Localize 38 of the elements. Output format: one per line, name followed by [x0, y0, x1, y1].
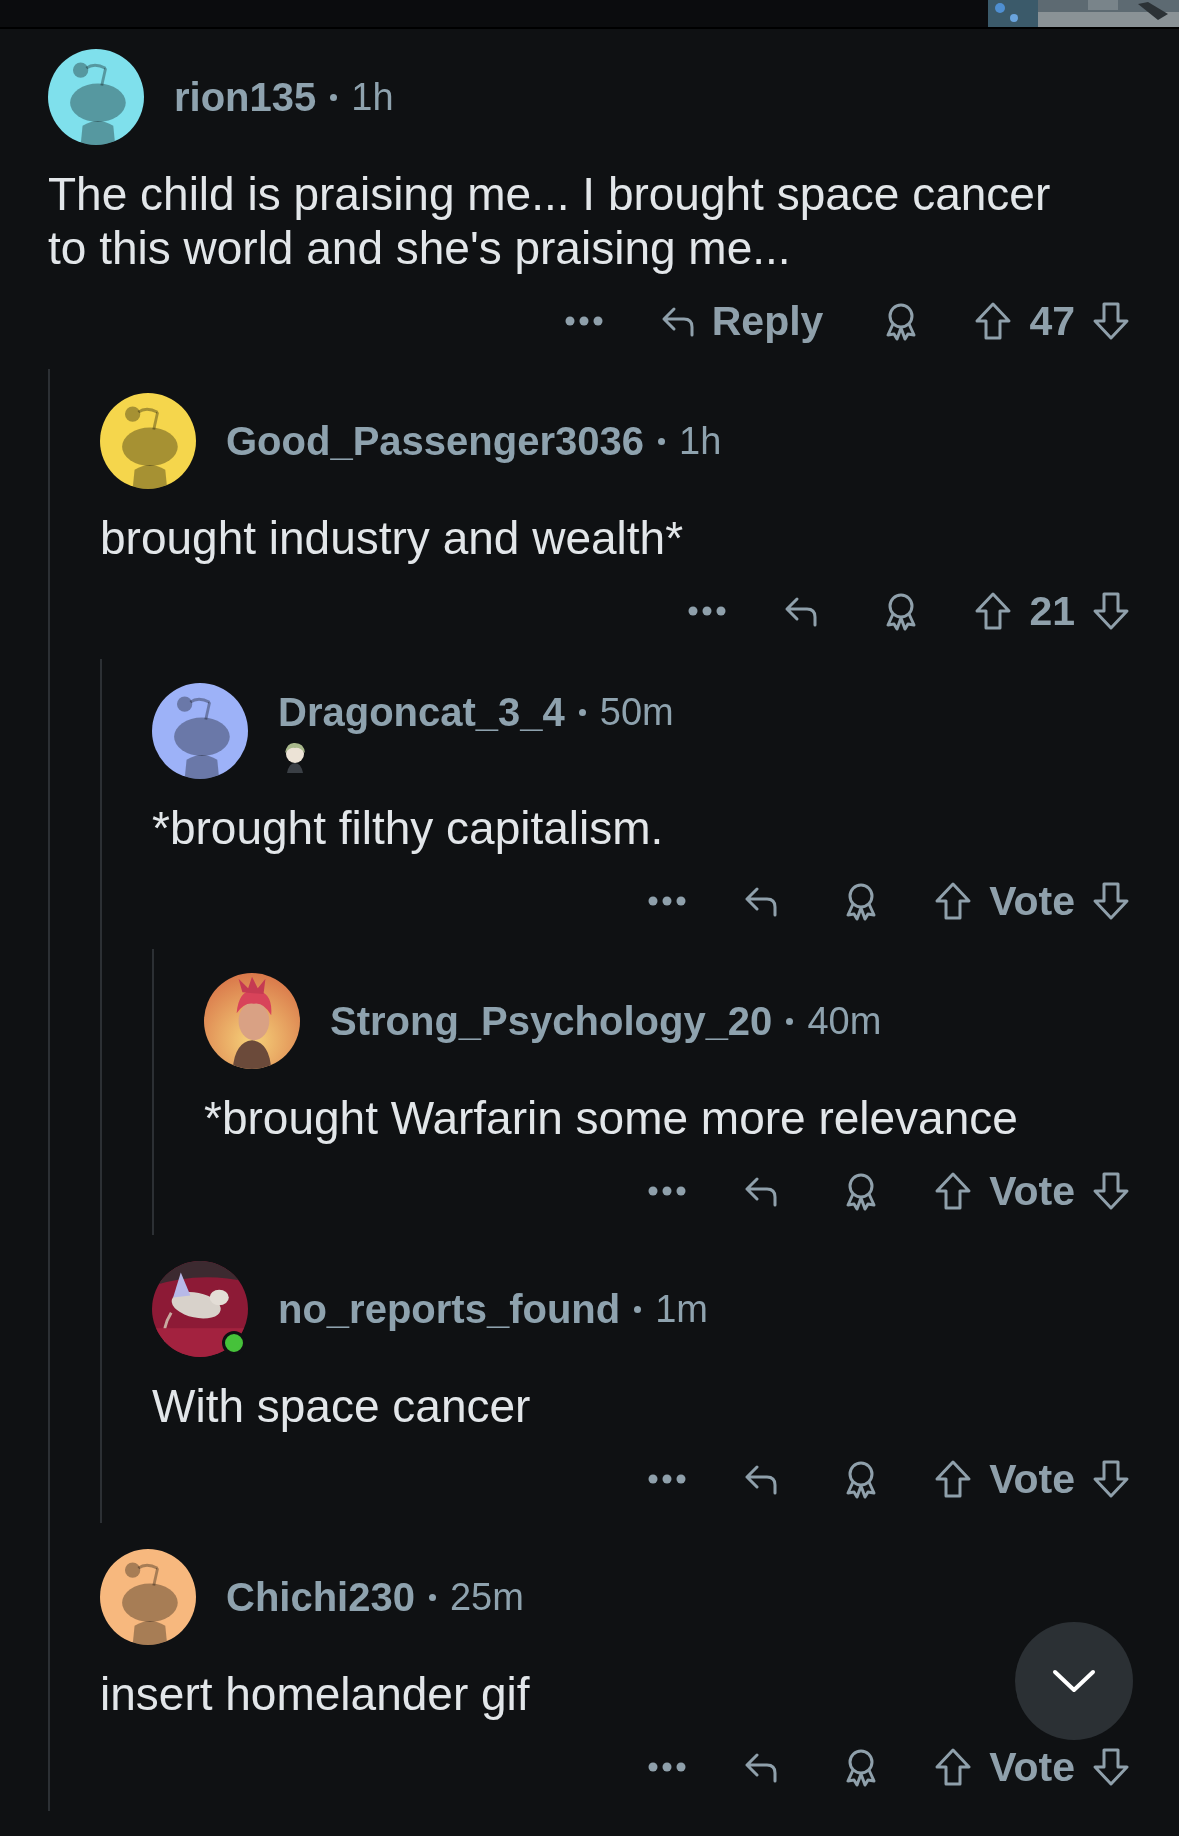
username[interactable]: Strong_Psychology_20 [330, 998, 773, 1044]
vote-score: Vote [989, 1743, 1075, 1791]
username[interactable]: no_reports_found [278, 1286, 621, 1332]
more-button[interactable] [647, 1761, 688, 1773]
separator-dot [428, 1593, 436, 1601]
timestamp: 1h [351, 75, 394, 119]
username[interactable]: Good_Passenger3036 [226, 418, 644, 464]
separator-dot [658, 437, 665, 445]
timestamp: 40m [807, 999, 882, 1043]
chevron-down-icon [1051, 1668, 1097, 1694]
vote-score: 21 [1029, 587, 1075, 635]
comment-text: The child is praising me... I brought space cancer to this world and she's praising me... [48, 167, 1052, 275]
vote-score: Vote [989, 1167, 1075, 1215]
separator-dot [634, 1305, 642, 1313]
timestamp: 1m [655, 1287, 709, 1331]
vote-score: Vote [989, 1455, 1075, 1503]
username[interactable]: rion135 [174, 74, 317, 120]
more-button[interactable] [647, 895, 688, 907]
separator-dot [786, 1017, 794, 1025]
more-button[interactable] [563, 315, 604, 327]
comment-text: brought industry and wealth* [100, 511, 684, 565]
comment-text: *brought Warfarin some more relevance [204, 1091, 1018, 1145]
comment-text: With space cancer [152, 1379, 531, 1433]
comment-text: insert homelander gif [100, 1667, 530, 1721]
more-button[interactable] [687, 605, 728, 617]
more-button[interactable] [647, 1185, 688, 1197]
vote-score: 47 [1029, 297, 1075, 345]
timestamp: 25m [449, 1575, 524, 1619]
timestamp: 50m [599, 690, 674, 734]
username[interactable]: Chichi230 [226, 1574, 415, 1620]
username[interactable]: Dragoncat_3_4 [278, 689, 565, 735]
vote-score: Vote [989, 877, 1075, 925]
reply-button[interactable]: Reply [655, 297, 824, 345]
more-button[interactable] [647, 1473, 688, 1485]
comment-text: *brought filthy capitalism. [152, 801, 664, 855]
separator-dot [330, 93, 338, 101]
separator-dot [578, 708, 586, 716]
timestamp: 1h [679, 419, 722, 463]
